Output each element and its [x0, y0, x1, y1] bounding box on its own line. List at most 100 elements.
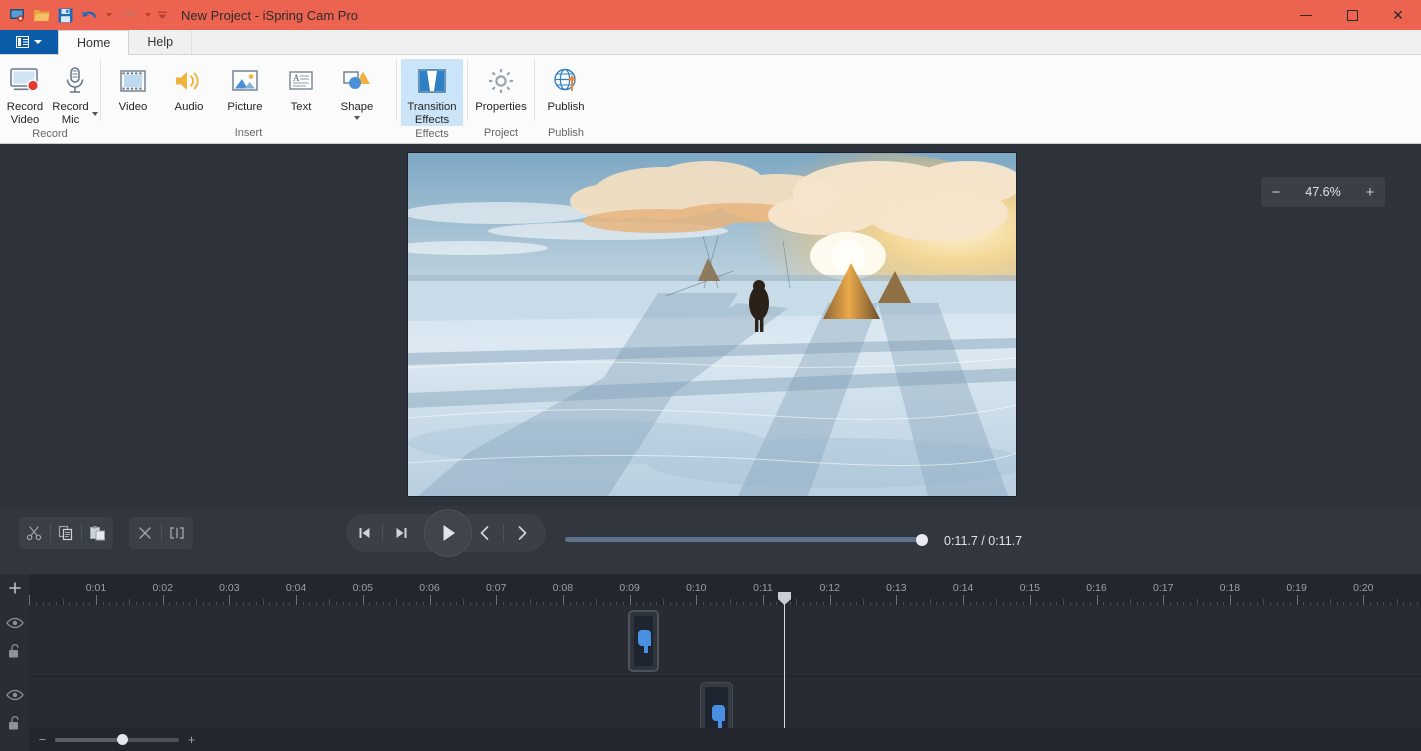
file-menu-button[interactable]: [0, 30, 58, 54]
cut-button[interactable]: [19, 517, 50, 549]
zoom-slider-thumb[interactable]: [116, 733, 128, 745]
timeline-ruler[interactable]: 0:01 0:02 0:03 0:04 0:05 0:06 0:07 0:08 0:09 0:10…: [29, 574, 1421, 605]
zoom-out-button[interactable]: −: [1261, 177, 1291, 207]
ribbon: Record Video Record Mic Record Video Aud…: [0, 55, 1421, 144]
play-icon: [443, 525, 455, 541]
record-video-label: Record Video: [6, 101, 44, 126]
app-icon[interactable]: [6, 4, 28, 26]
timeline-gutter: [0, 574, 29, 751]
ruler-ticks: [29, 592, 1421, 605]
minimize-button[interactable]: [1283, 0, 1329, 30]
ruler-tick: [896, 595, 898, 605]
insert-picture-label: Picture: [227, 101, 263, 113]
ruler-tick: [496, 595, 498, 605]
record-mic-button[interactable]: Record Mic: [50, 59, 100, 126]
clip-1[interactable]: [628, 610, 659, 672]
ruler-tick: [963, 595, 965, 605]
delete-button[interactable]: [129, 517, 161, 549]
tab-home[interactable]: Home: [58, 30, 130, 55]
next-frame-button[interactable]: [504, 514, 540, 552]
scissors-icon: [27, 526, 42, 541]
trim-button[interactable]: [162, 517, 194, 549]
shape-icon: [341, 63, 373, 99]
transition-effects-icon: [417, 63, 447, 99]
ribbon-group-label-publish: Publish: [547, 127, 585, 139]
ribbon-tab-strip: Home Help: [0, 30, 1421, 55]
insert-text-button[interactable]: A Text: [273, 59, 329, 114]
ruler-tick: [296, 595, 298, 605]
insert-shape-button[interactable]: Shape: [329, 59, 385, 120]
zoom-in-button[interactable]: +: [1355, 177, 1385, 207]
insert-audio-label: Audio: [174, 101, 204, 113]
eye-icon[interactable]: [5, 614, 25, 632]
insert-picture-button[interactable]: Picture: [217, 59, 273, 114]
properties-button[interactable]: Properties: [470, 59, 532, 114]
go-to-start-button[interactable]: [346, 514, 382, 552]
track-row-1[interactable]: [29, 605, 1421, 677]
ribbon-group-label-project: Project: [483, 127, 519, 139]
close-button[interactable]: ✕: [1375, 0, 1421, 30]
ruler-tick: [1363, 595, 1365, 605]
undo-icon[interactable]: [78, 4, 100, 26]
tab-help[interactable]: Help: [129, 30, 193, 54]
ruler-tick: [763, 595, 764, 605]
audio-icon: [173, 63, 205, 99]
insert-text-label: Text: [290, 101, 312, 113]
redo-dropdown-caret-icon[interactable]: [141, 4, 154, 26]
zoom-out-icon[interactable]: −: [37, 732, 48, 747]
play-button[interactable]: [424, 509, 472, 557]
time-display: 0:11.7 / 0:11.7: [944, 534, 1023, 548]
playback-controls: [346, 509, 546, 557]
record-mic-text: Record Mic: [52, 101, 89, 126]
copy-icon: [58, 525, 73, 541]
add-track-button[interactable]: [0, 574, 29, 601]
video-icon: [118, 63, 148, 99]
ruler-tick: [1029, 595, 1031, 605]
seek-thumb[interactable]: [916, 533, 929, 546]
undo-dropdown-caret-icon[interactable]: [102, 4, 115, 26]
maximize-button[interactable]: [1329, 0, 1375, 30]
ruler-tick: [429, 595, 431, 605]
ribbon-group-insert: Video Audio Picture A Text Shape Insert: [101, 55, 396, 143]
unlock-icon[interactable]: [5, 642, 25, 660]
window-title: New Project - iSpring Cam Pro: [181, 7, 358, 23]
go-to-end-button[interactable]: [383, 514, 419, 552]
eye-icon[interactable]: [5, 686, 25, 704]
picture-icon: [230, 63, 260, 99]
track-1-controls: [0, 601, 29, 673]
redo-icon[interactable]: [117, 4, 139, 26]
record-video-button[interactable]: Record Video: [0, 59, 50, 126]
paste-button[interactable]: [82, 517, 113, 549]
video-preview[interactable]: [407, 152, 1017, 497]
unlock-icon[interactable]: [5, 714, 25, 732]
transition-effects-button[interactable]: Transition Effects: [401, 59, 463, 126]
timeline: 0:01 0:02 0:03 0:04 0:05 0:06 0:07 0:08 0:09 0:10…: [0, 574, 1421, 751]
title-bar: New Project - iSpring Cam Pro ✕: [0, 0, 1421, 30]
preview-image: [408, 153, 1016, 496]
publish-icon: [552, 63, 580, 99]
insert-audio-button[interactable]: Audio: [161, 59, 217, 114]
ribbon-group-label-insert: Insert: [234, 127, 263, 139]
seek-track: [565, 537, 923, 542]
customize-quick-access-icon[interactable]: [156, 4, 169, 26]
chevron-down-icon[interactable]: [92, 111, 98, 116]
zoom-slider-track[interactable]: [55, 733, 179, 745]
track-2-controls: [0, 673, 29, 745]
ruler-tick: [229, 595, 231, 605]
open-icon[interactable]: [30, 4, 52, 26]
chevron-down-icon[interactable]: [354, 115, 360, 120]
seek-bar[interactable]: [565, 532, 965, 548]
publish-button[interactable]: Publish: [535, 59, 597, 114]
record-mic-label: Record Mic: [52, 101, 98, 126]
record-video-icon: [9, 63, 41, 99]
zoom-in-icon[interactable]: +: [186, 732, 197, 747]
previous-frame-button[interactable]: [467, 514, 503, 552]
chevron-left-icon: [480, 526, 489, 540]
insert-video-button[interactable]: Video: [105, 59, 161, 114]
copy-button[interactable]: [51, 517, 82, 549]
record-mic-icon: [61, 63, 89, 99]
save-icon[interactable]: [54, 4, 76, 26]
transition-effects-label: Transition Effects: [407, 101, 457, 126]
delete-x-icon: [139, 527, 151, 539]
publish-label: Publish: [547, 101, 585, 113]
